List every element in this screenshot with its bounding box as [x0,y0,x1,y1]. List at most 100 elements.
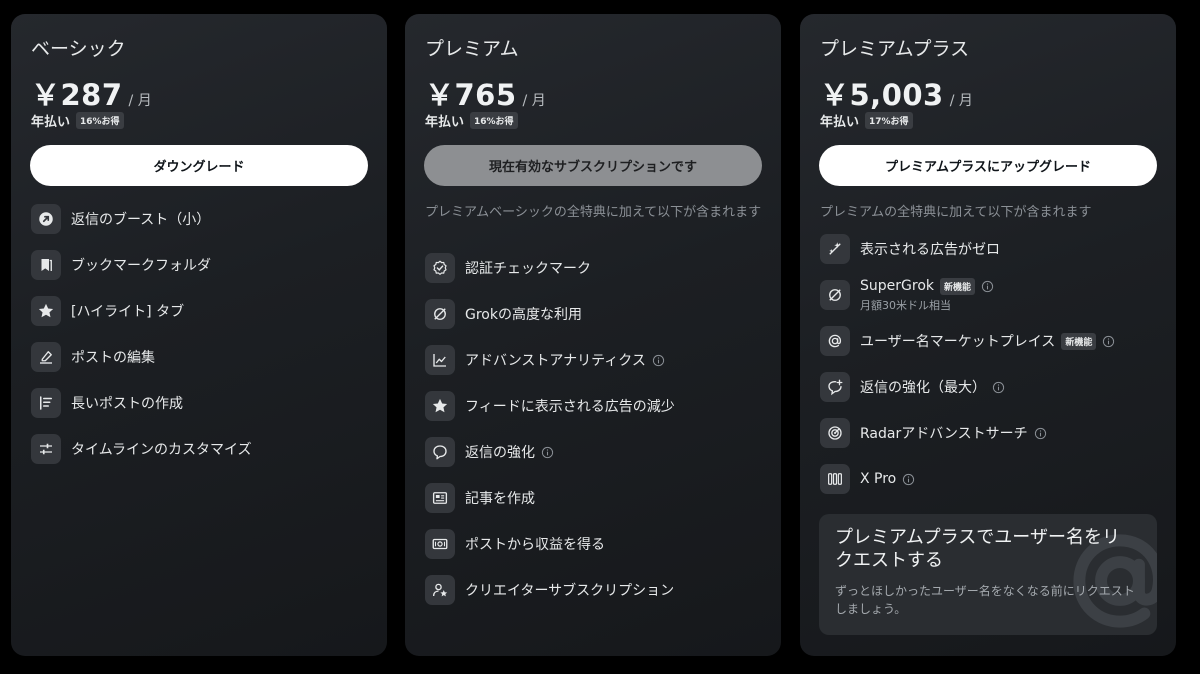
grok-icon [820,280,850,310]
billing-row: 年払い 16%お得 [425,111,518,130]
plan-price: ￥5,003 [820,78,944,112]
new-badge: 新機能 [1061,332,1097,350]
plan-period: / 月 [522,93,546,109]
feature-label: Radarアドバンストサーチ [860,426,1028,442]
feature-item: X Pro [820,456,1115,502]
feature-item: 返信の強化 [425,429,675,475]
feature-label: 長いポストの作成 [71,396,183,412]
info-icon[interactable] [992,381,1005,394]
feature-label: [ハイライト] タブ [71,304,185,320]
plan-period: / 月 [128,93,152,109]
feature-item: アドバンストアナリティクス [425,337,675,383]
feature-item: ポストの編集 [31,334,252,380]
info-icon[interactable] [981,280,994,293]
star-icon [31,296,61,326]
feature-item: 返信の強化（最大） [820,364,1115,410]
bookmark-folder-icon [31,250,61,280]
feature-label: 返信の強化（最大） [860,380,986,396]
feature-item: 長いポストの作成 [31,380,252,426]
feature-item: SuperGrok 新機能 月額30米ドル相当 [820,272,1115,318]
current-subscription-button[interactable]: 現在有効なサブスクリプションです [424,145,762,186]
downgrade-button[interactable]: ダウングレード [30,145,368,186]
plan-name: プレミアムプラス [820,38,970,60]
feature-item: ポストから収益を得る [425,521,675,567]
no-ads-icon [820,234,850,264]
long-post-icon [31,388,61,418]
info-icon[interactable] [902,473,915,486]
feature-label: 表示される広告がゼロ [860,242,1000,258]
at-sign-icon [820,326,850,356]
upgrade-premium-plus-button[interactable]: プレミアムプラスにアップグレード [819,145,1157,186]
feature-label: 記事を作成 [465,491,535,507]
feature-item: Grokの高度な利用 [425,291,675,337]
plan-card-premium: プレミアム ￥765 / 月 年払い 16%お得 現在有効なサブスクリプションで… [405,14,781,656]
info-icon[interactable] [1034,427,1047,440]
feature-item: フィードに表示される広告の減少 [425,383,675,429]
feature-label: 返信の強化 [465,445,535,461]
feature-label: 認証チェックマーク [465,261,591,277]
price-row: ￥765 / 月 [425,72,546,114]
discount-badge: 17%お得 [865,112,913,129]
feature-label: SuperGrok [860,278,934,294]
grok-icon [425,299,455,329]
xpro-columns-icon [820,464,850,494]
feature-label: ポストの編集 [71,350,155,366]
plan-price: ￥765 [425,78,517,112]
radar-icon [820,418,850,448]
feature-item: タイムラインのカスタマイズ [31,426,252,472]
feature-sublabel: 月額30米ドル相当 [860,298,951,312]
billing-label: 年払い [31,115,71,130]
boost-arrow-icon [31,204,61,234]
reply-boost-icon [820,372,850,402]
feature-label: ポストから収益を得る [465,537,605,553]
feature-item: 返信のブースト（小） [31,196,252,242]
star-icon [425,391,455,421]
plan-name: プレミアム [425,38,519,60]
plan-name: ベーシック [31,38,126,60]
customize-sliders-icon [31,434,61,464]
analytics-chart-icon [425,345,455,375]
feature-label: Grokの高度な利用 [465,307,582,323]
feature-label: クリエイターサブスクリプション [465,583,675,599]
feature-label: 返信のブースト（小） [71,212,211,228]
info-icon[interactable] [1102,335,1115,348]
feature-label: フィードに表示される広告の減少 [465,399,675,415]
plan-card-basic: ベーシック ￥287 / 月 年払い 16%お得 ダウングレード 返信のブースト… [11,14,387,656]
promo-title: プレミアムプラスでユーザー名をリクエストする [835,527,1120,571]
billing-label: 年払い [820,115,860,130]
new-badge: 新機能 [940,277,976,295]
feature-label: ユーザー名マーケットプレイス [860,334,1056,350]
creator-star-icon [425,575,455,605]
feature-list: 返信のブースト（小） ブックマークフォルダ [ハイライト] タブ ポストの編集 … [31,196,252,472]
speech-bubble-icon [425,437,455,467]
price-row: ￥287 / 月 [31,72,152,114]
feature-item: クリエイターサブスクリプション [425,567,675,613]
discount-badge: 16%お得 [76,112,124,129]
feature-list: 表示される広告がゼロ SuperGrok 新機能 月額30米ドル相当 ユーザー名… [820,226,1115,502]
feature-item: 認証チェックマーク [425,245,675,291]
feature-label: ブックマークフォルダ [71,258,211,274]
plan-intro: プレミアムの全特典に加えて以下が含まれます [820,205,1092,220]
feature-label: X Pro [860,471,897,487]
billing-row: 年払い 16%お得 [31,111,124,130]
plan-intro: プレミアムベーシックの全特典に加えて以下が含まれます [425,205,762,220]
edit-post-icon [31,342,61,372]
billing-row: 年払い 17%お得 [820,111,913,130]
plan-price: ￥287 [31,78,123,112]
money-icon [425,529,455,559]
feature-item: ユーザー名マーケットプレイス 新機能 [820,318,1115,364]
feature-item: [ハイライト] タブ [31,288,252,334]
info-icon[interactable] [652,354,665,367]
feature-list: 認証チェックマーク Grokの高度な利用 アドバンストアナリティクス フィードに… [425,245,675,613]
discount-badge: 16%お得 [470,112,518,129]
feature-label: アドバンストアナリティクス [465,353,646,369]
feature-item: 表示される広告がゼロ [820,226,1115,272]
feature-item: Radarアドバンストサーチ [820,410,1115,456]
billing-label: 年払い [425,115,465,130]
plan-period: / 月 [949,93,973,109]
verified-check-icon [425,253,455,283]
info-icon[interactable] [541,446,554,459]
promo-body: ずっとほしかったユーザー名をなくなる前にリクエストしましょう。 [835,584,1135,616]
username-request-promo[interactable]: プレミアムプラスでユーザー名をリクエストする ずっとほしかったユーザー名をなくな… [819,514,1157,635]
article-icon [425,483,455,513]
